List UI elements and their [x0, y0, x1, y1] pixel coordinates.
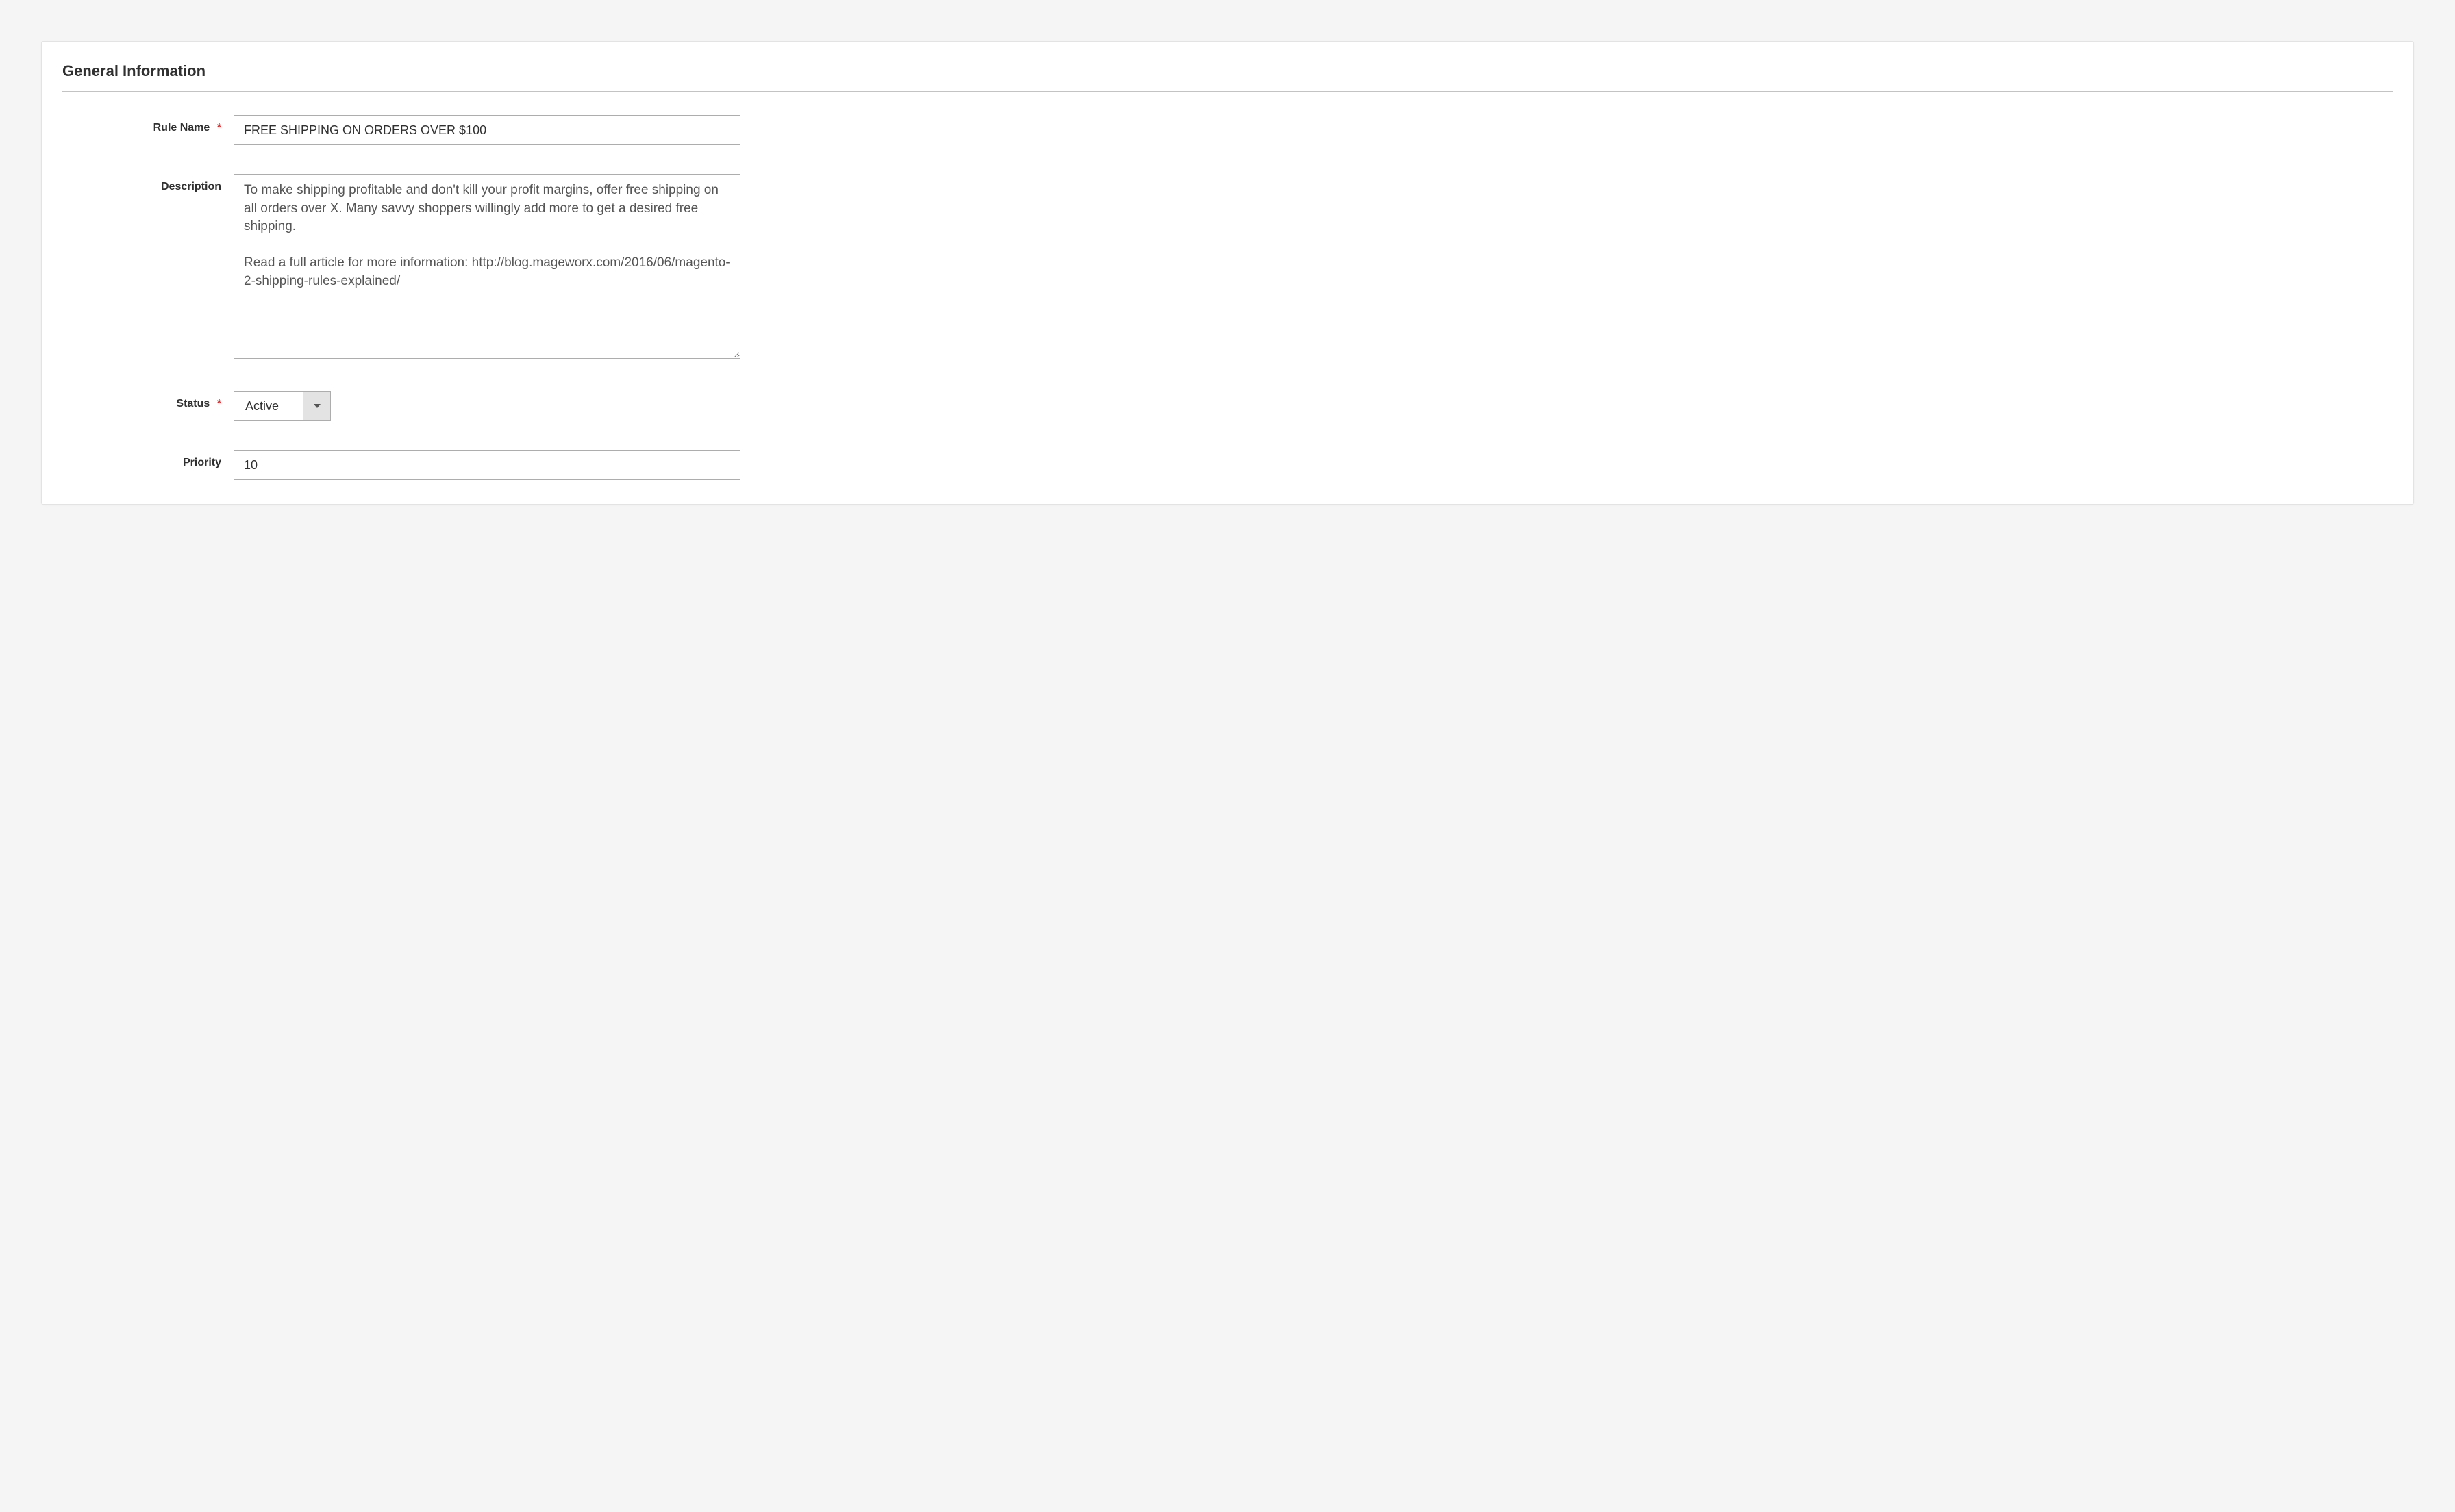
description-label-text: Description — [161, 181, 221, 192]
priority-label-text: Priority — [183, 457, 221, 468]
priority-row: Priority — [62, 450, 2393, 480]
rule-name-row: Rule Name * — [62, 115, 2393, 145]
status-row: Status * Active — [62, 391, 2393, 421]
section-title: General Information — [62, 62, 2393, 92]
chevron-down-icon — [314, 404, 321, 408]
required-mark: * — [217, 398, 221, 410]
required-mark: * — [217, 122, 221, 134]
rule-name-input[interactable] — [234, 115, 740, 145]
status-select-handle — [303, 392, 330, 420]
general-information-panel: General Information Rule Name * Descript… — [41, 41, 2414, 505]
priority-input[interactable] — [234, 450, 740, 480]
status-label: Status * — [62, 391, 234, 410]
description-textarea[interactable]: To make shipping profitable and don't ki… — [234, 174, 740, 359]
description-row: Description To make shipping profitable … — [62, 174, 2393, 362]
rule-name-label: Rule Name * — [62, 115, 234, 134]
description-label: Description — [62, 174, 234, 193]
status-select[interactable]: Active — [234, 391, 331, 421]
status-label-text: Status — [176, 398, 210, 410]
priority-label: Priority — [62, 450, 234, 469]
status-selected-value: Active — [234, 392, 303, 420]
rule-name-label-text: Rule Name — [153, 122, 210, 134]
